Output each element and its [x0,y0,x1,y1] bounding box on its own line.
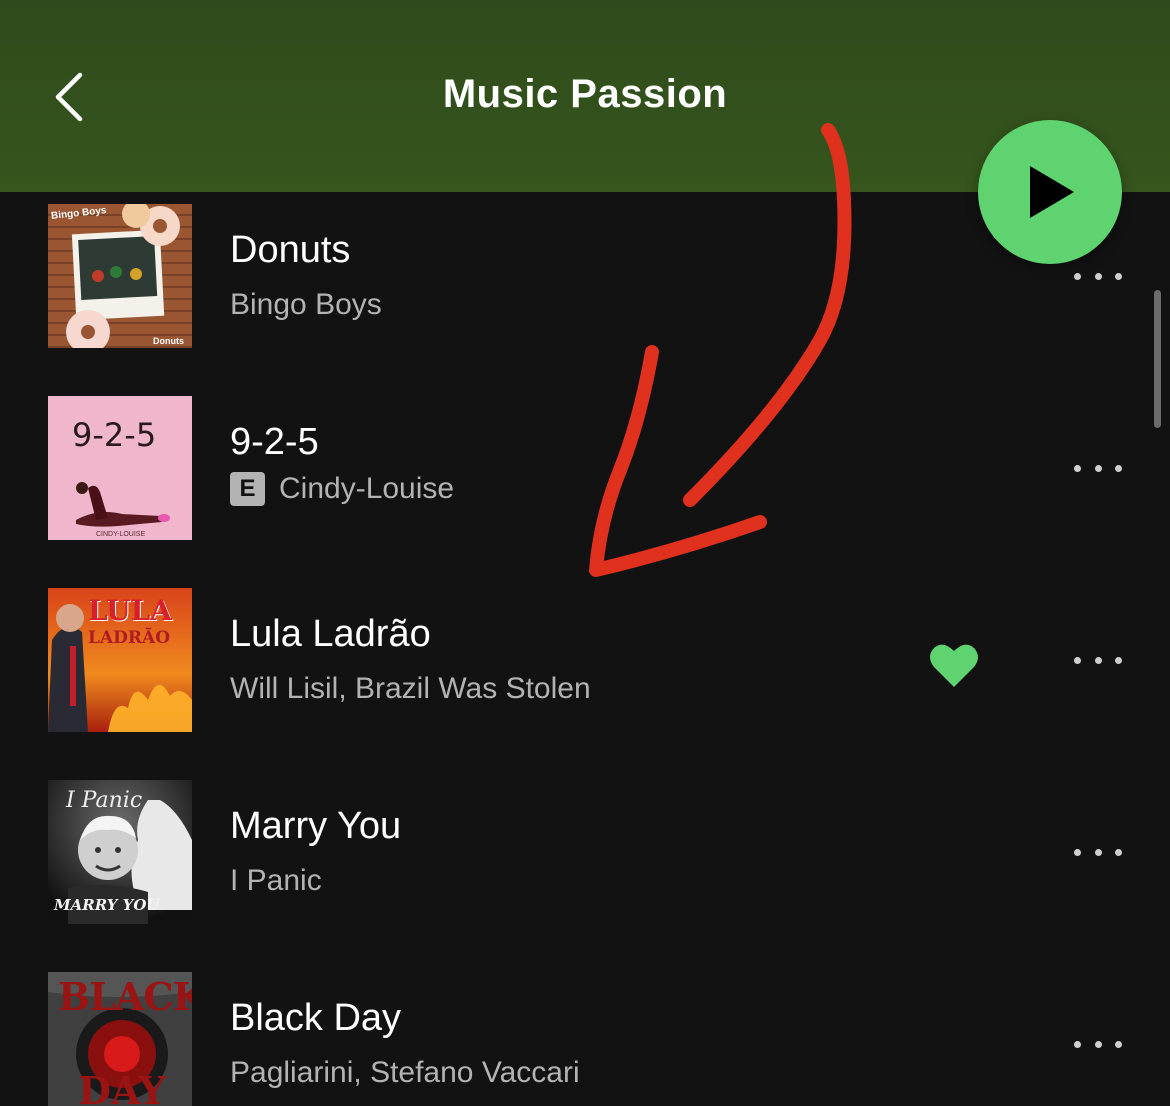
album-cover-925: 9-2-5 CINDY-LOUISE [48,396,192,540]
track-artist: Bingo Boys [230,288,382,322]
album-cover-donuts: Bingo Boys Donuts [48,204,192,348]
track-title: 9-2-5 [230,421,319,463]
cover-text: I Panic [66,788,143,813]
dot [1115,464,1122,472]
artist-name: Cindy-Louise [279,472,455,505]
cover-text: Donuts [153,336,184,346]
album-cover-black-day: BLACK DAY [48,972,192,1106]
cover-text: DAY [78,1068,166,1106]
track-row[interactable]: LULA LADRÃO Lula Ladrão Will Lisil, Braz… [0,576,1170,768]
scrollbar[interactable] [1154,290,1161,428]
artist-name: Bingo Boys [230,288,382,321]
track-artist: I Panic [230,864,322,898]
dot [1115,656,1122,664]
dot [1094,656,1102,664]
dot [1074,656,1081,664]
artist-name: Will Lisil, Brazil Was Stolen [230,672,591,705]
cover-text: LADRÃO [88,628,171,648]
track-title: Donuts [230,229,351,271]
dot [1094,272,1102,280]
album-cover-marry-you: I Panic MARRY YOU [48,780,192,924]
dot [1115,272,1122,280]
dot [1094,848,1102,856]
track-row[interactable]: BLACK DAY Black Day Pagliarini, Stefano … [0,960,1170,1106]
track-artist: Pagliarini, Stefano Vaccari [230,1056,580,1090]
artist-name: Pagliarini, Stefano Vaccari [230,1056,580,1089]
dot [1094,464,1102,472]
dot [1115,1040,1122,1048]
play-button[interactable] [978,120,1122,264]
track-title: Lula Ladrão [230,613,431,655]
track-row[interactable]: I Panic MARRY YOU Marry You I Panic [0,768,1170,960]
dot [1094,1040,1102,1048]
track-list: Bingo Boys Donuts Donuts Bingo Boys 9-2-… [0,192,1170,1106]
explicit-badge: E [230,472,265,506]
playlist-screen: Music Passion Bingo Boys Donuts Donuts B… [0,0,1170,1106]
dot [1074,464,1081,472]
dot [1115,848,1122,856]
cover-text: CINDY-LOUISE [96,531,146,538]
play-icon [1030,166,1074,218]
more-options-button[interactable] [1068,645,1128,675]
track-artist: Will Lisil, Brazil Was Stolen [230,672,591,706]
more-options-button[interactable] [1068,1029,1128,1059]
more-options-button[interactable] [1068,261,1128,291]
dot [1074,272,1081,280]
track-title: Black Day [230,997,402,1039]
dot [1074,848,1081,856]
more-options-button[interactable] [1068,453,1128,483]
heart-icon[interactable] [928,641,980,689]
dot [1074,1040,1081,1048]
track-row[interactable]: 9-2-5 CINDY-LOUISE 9-2-5 E Cindy-Louise [0,384,1170,576]
track-title: Marry You [230,805,402,847]
page-title: Music Passion [442,72,728,116]
track-artist: E Cindy-Louise [230,472,454,506]
cover-text: MARRY YOU [54,896,160,914]
more-options-button[interactable] [1068,837,1128,867]
artist-name: I Panic [230,864,322,897]
cover-text: LULA [88,594,172,627]
cover-text: BLACK [58,974,192,1019]
album-cover-lula: LULA LADRÃO [48,588,192,732]
cover-text: 9-2-5 [72,416,157,454]
